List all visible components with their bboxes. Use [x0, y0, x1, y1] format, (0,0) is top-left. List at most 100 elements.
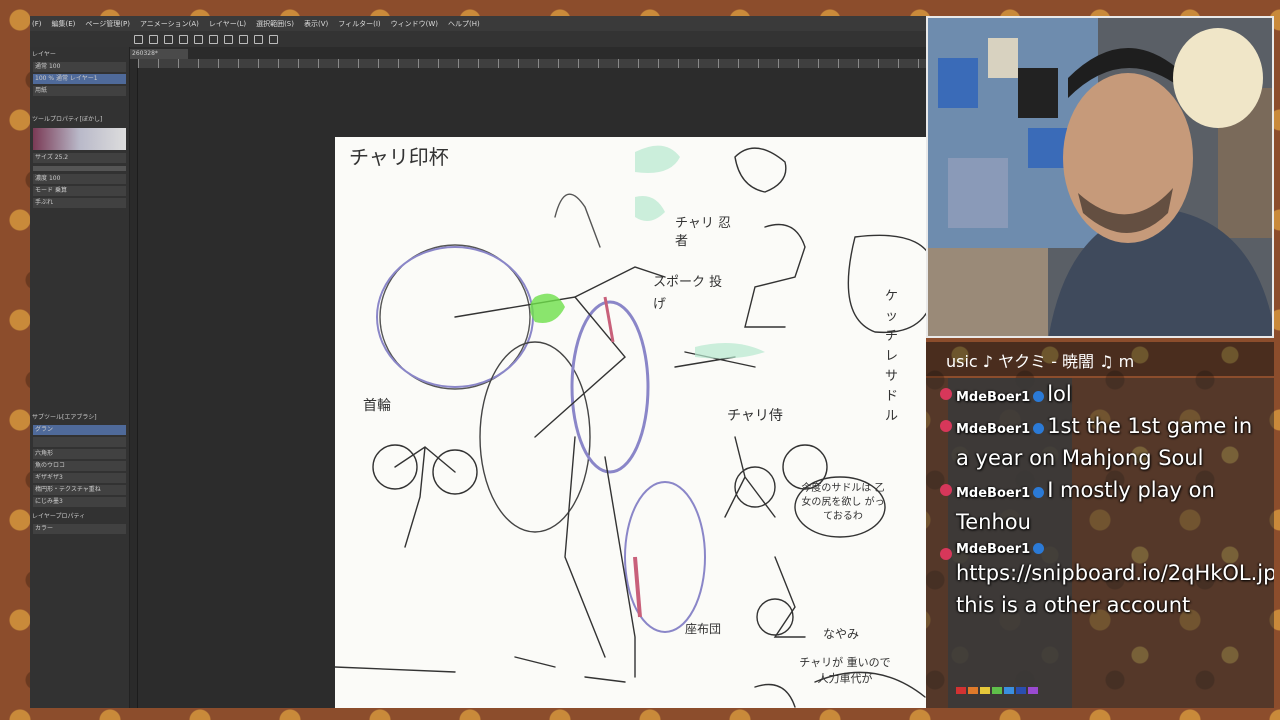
sketch-label-nayami: なやみ: [823, 627, 860, 641]
canvas-tab[interactable]: 260328*: [128, 49, 188, 59]
snap-icon[interactable]: [269, 34, 278, 44]
palette-swatch: [1004, 687, 1014, 694]
transform-icon[interactable]: [224, 34, 233, 44]
menu-item[interactable]: レイヤー(L): [209, 19, 246, 29]
menu-item[interactable]: フィルター(I): [338, 19, 380, 29]
moderator-icon: [940, 548, 952, 560]
menu-bar: (F) 編集(E) ページ管理(P) アニメーション(A) レイヤー(L) 選択範囲(S)…: [30, 16, 926, 31]
color-palette: [956, 687, 1038, 694]
undo-icon[interactable]: [179, 34, 188, 44]
verified-badge-icon: [1033, 487, 1045, 498]
sub-tool-item[interactable]: グラン: [33, 425, 126, 435]
sub-tool-item[interactable]: 楕円形・テクスチャ重ね: [33, 485, 126, 495]
chat-message: MdeBoer1 1st the 1st game in a year on Ma…: [926, 410, 1274, 474]
blend-mode-value: 通常: [35, 63, 48, 70]
menu-item[interactable]: ページ管理(P): [85, 19, 130, 29]
redo-icon[interactable]: [194, 34, 203, 44]
moderator-icon: [940, 484, 952, 496]
brush-size-label: サイズ: [35, 154, 53, 161]
sketch-label-spoke: スポーク 投げ: [653, 275, 723, 312]
layer-item[interactable]: 用紙: [33, 86, 126, 96]
density-field[interactable]: 濃度 100: [33, 174, 126, 184]
chat-list: MdeBoer1 lol MdeBoer1 1st the 1st game in a…: [926, 378, 1274, 621]
blend-mode-select[interactable]: 通常 100: [33, 62, 126, 72]
verified-badge-icon: [1033, 391, 1045, 402]
verified-badge-icon: [1033, 423, 1045, 434]
new-file-icon[interactable]: [134, 34, 143, 44]
chat-username[interactable]: MdeBoer1: [956, 422, 1030, 437]
menu-item[interactable]: 編集(E): [52, 19, 76, 29]
menu-item[interactable]: 表示(V): [304, 19, 328, 29]
chat-message-text: lol: [1047, 382, 1072, 406]
ruler-icon[interactable]: [254, 34, 263, 44]
moderator-icon: [940, 388, 952, 400]
sub-tool-item[interactable]: 六角形: [33, 449, 126, 459]
stabilizer-field[interactable]: 手ぶれ: [33, 198, 126, 208]
mode-label: モード: [35, 187, 54, 194]
palette-swatch: [992, 687, 1002, 694]
color-select[interactable]: カラー: [33, 524, 126, 534]
sketch-label-ninja: チャリ 忍者: [675, 216, 732, 249]
density-value: 100: [48, 175, 61, 182]
sub-tool-item[interactable]: ギザギザ3: [33, 473, 126, 483]
sub-tool-item[interactable]: [33, 437, 126, 447]
chat-username[interactable]: MdeBoer1: [956, 542, 1030, 557]
sketch-label-samurai: チャリ侍: [727, 408, 783, 424]
layer-item[interactable]: 100 % 通常 レイヤー1: [33, 74, 126, 84]
panel-divider: [130, 68, 138, 708]
chat-username[interactable]: MdeBoer1: [956, 486, 1030, 501]
layer-opacity-value: 100: [48, 63, 61, 70]
layer-panel-title: レイヤー: [32, 51, 56, 58]
chat-overlay: MdeBoer1 lol MdeBoer1 1st the 1st game in a…: [926, 378, 1274, 708]
brush-preview: [33, 128, 126, 150]
mode-field[interactable]: モード 乗算: [33, 186, 126, 196]
sketch-drawing: [335, 145, 926, 708]
menu-item[interactable]: (F): [32, 20, 42, 28]
density-label: 濃度: [35, 175, 48, 182]
now-playing-bar: usic ♪ ヤクミ - 暁闇 ♫ m: [926, 342, 1274, 376]
brush-size-field[interactable]: サイズ 25.2: [33, 153, 126, 163]
webcam-image: [928, 18, 1272, 336]
menu-item[interactable]: 選択範囲(S): [256, 19, 294, 29]
chat-message-text: https://snipboard.io/2qHkOL.jpg this is …: [956, 561, 1274, 617]
tool-property-title: ツールプロパティ[ぼかし]: [32, 116, 103, 123]
left-panel: レイヤー 通常 100 100 % 通常 レイヤー1 用紙 ツールプロパティ[ぼ…: [30, 47, 130, 708]
save-icon[interactable]: [164, 34, 173, 44]
sub-tool-title: サブツール[エアブラシ]: [32, 414, 97, 421]
menu-item[interactable]: ウィンドウ(W): [391, 19, 438, 29]
chat-message: MdeBoer1 lol: [926, 378, 1274, 410]
brush-size-value: 25.2: [54, 154, 69, 161]
sketch-label-heavy: チャリが 重いので 人力車代が: [799, 656, 891, 685]
chat-username[interactable]: MdeBoer1: [956, 390, 1030, 405]
palette-swatch: [1016, 687, 1026, 694]
brush-size-slider[interactable]: [33, 166, 126, 171]
paint-app-window: (F) 編集(E) ページ管理(P) アニメーション(A) レイヤー(L) 選択範囲(S)…: [30, 16, 926, 708]
sketch-label-zabuton: 座布団: [685, 622, 722, 636]
clear-icon[interactable]: [209, 34, 218, 44]
sub-tool-item[interactable]: 魚のウロコ: [33, 461, 126, 471]
moderator-icon: [940, 420, 952, 432]
palette-swatch: [1028, 687, 1038, 694]
horizontal-ruler: [138, 59, 926, 68]
palette-swatch: [956, 687, 966, 694]
sketch-paper[interactable]: チャリ印杯 チャリ 忍者 スポーク 投げ 首輪 チャリ侍 今度のサドルは 乙女の…: [335, 137, 926, 708]
palette-swatch: [980, 687, 990, 694]
command-bar: [30, 31, 926, 47]
chat-message: MdeBoer1 I mostly play on Tenhou: [926, 474, 1274, 538]
sketch-label-balloon: 今度のサドルは 乙女の尻を欲し がっておるわ: [801, 483, 885, 522]
verified-badge-icon: [1033, 543, 1045, 554]
menu-item[interactable]: アニメーション(A): [140, 19, 199, 29]
now-playing-text: usic ♪ ヤクミ - 暁闇 ♫ m: [946, 352, 1135, 371]
sub-tool-item[interactable]: にじみ墨3: [33, 497, 126, 507]
sketch-label-kedai: ケッチ レサドル: [885, 289, 899, 424]
select-icon[interactable]: [239, 34, 248, 44]
sketch-label-title: チャリ印杯: [349, 145, 449, 169]
layer-property-title: レイヤープロパティ: [32, 513, 86, 520]
menu-item[interactable]: ヘルプ(H): [448, 19, 480, 29]
open-file-icon[interactable]: [149, 34, 158, 44]
palette-swatch: [968, 687, 978, 694]
webcam-feed: [926, 16, 1274, 338]
sketch-label-kubiwa: 首輪: [363, 398, 391, 414]
chat-message: MdeBoer1 https://snipboard.io/2qHkOL.jpg …: [926, 538, 1274, 621]
canvas-area[interactable]: チャリ印杯 チャリ 忍者 スポーク 投げ 首輪 チャリ侍 今度のサドルは 乙女の…: [138, 68, 926, 708]
